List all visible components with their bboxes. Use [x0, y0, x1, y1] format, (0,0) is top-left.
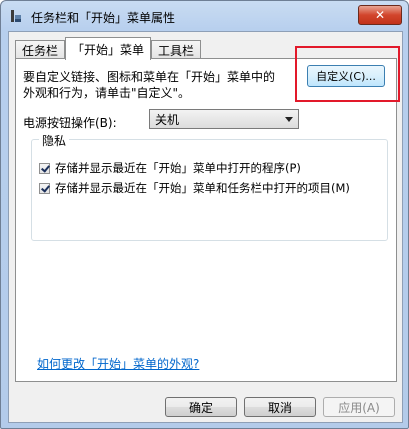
privacy-option-programs[interactable]: 存储并显示最近在「开始」菜单中打开的程序(P): [39, 160, 301, 176]
power-button-select[interactable]: 关机: [149, 109, 299, 129]
checkbox-checked-icon[interactable]: [39, 182, 50, 194]
power-button-label: 电源按钮操作(B):: [23, 116, 117, 130]
help-link[interactable]: 如何更改「开始」菜单的外观?: [37, 355, 199, 372]
tab-taskbar-label: 任务栏: [22, 43, 59, 58]
title-bar[interactable]: 任务栏和「开始」菜单属性 ✕: [1, 1, 408, 31]
tab-taskbar[interactable]: 任务栏: [15, 40, 66, 59]
apply-button[interactable]: 应用(A): [323, 397, 395, 417]
chevron-down-icon: [285, 117, 293, 122]
start-menu-description: 要自定义链接、图标和菜单在「开始」菜单中的 外观和行为，请单击"自定义"。: [23, 69, 293, 101]
tab-start-menu-label: 「开始」菜单: [72, 42, 145, 57]
cancel-button-label: 取消: [267, 400, 292, 415]
ok-button[interactable]: 确定: [165, 397, 237, 417]
privacy-group-label: 隐私: [39, 132, 70, 149]
privacy-option-items[interactable]: 存储并显示最近在「开始」菜单和任务栏中打开的项目(M): [39, 180, 350, 196]
tab-start-menu[interactable]: 「开始」菜单: [65, 37, 152, 60]
description-line: 要自定义链接、图标和菜单在「开始」菜单中的: [23, 70, 276, 84]
privacy-option-label: 存储并显示最近在「开始」菜单和任务栏中打开的项目(M): [55, 181, 350, 195]
checkbox-checked-icon[interactable]: [39, 162, 50, 174]
tab-toolbars-label: 工具栏: [158, 43, 195, 58]
description-line: 外观和行为，请单击"自定义"。: [23, 86, 191, 100]
highlight-box: [295, 46, 400, 102]
close-icon: ✕: [374, 8, 386, 22]
tab-toolbars[interactable]: 工具栏: [151, 40, 202, 59]
close-button[interactable]: ✕: [358, 5, 402, 25]
ok-button-label: 确定: [188, 400, 213, 415]
taskbar-app-icon: [11, 10, 21, 22]
apply-button-label: 应用(A): [338, 400, 380, 415]
cancel-button[interactable]: 取消: [244, 397, 316, 417]
privacy-option-label: 存储并显示最近在「开始」菜单中打开的程序(P): [55, 161, 301, 175]
power-select-value: 关机: [155, 112, 180, 127]
window-title: 任务栏和「开始」菜单属性: [31, 11, 176, 25]
properties-window: 任务栏和「开始」菜单属性 ✕ 任务栏 「开始」菜单 工具栏 要自定义链接、图标和…: [0, 0, 409, 429]
